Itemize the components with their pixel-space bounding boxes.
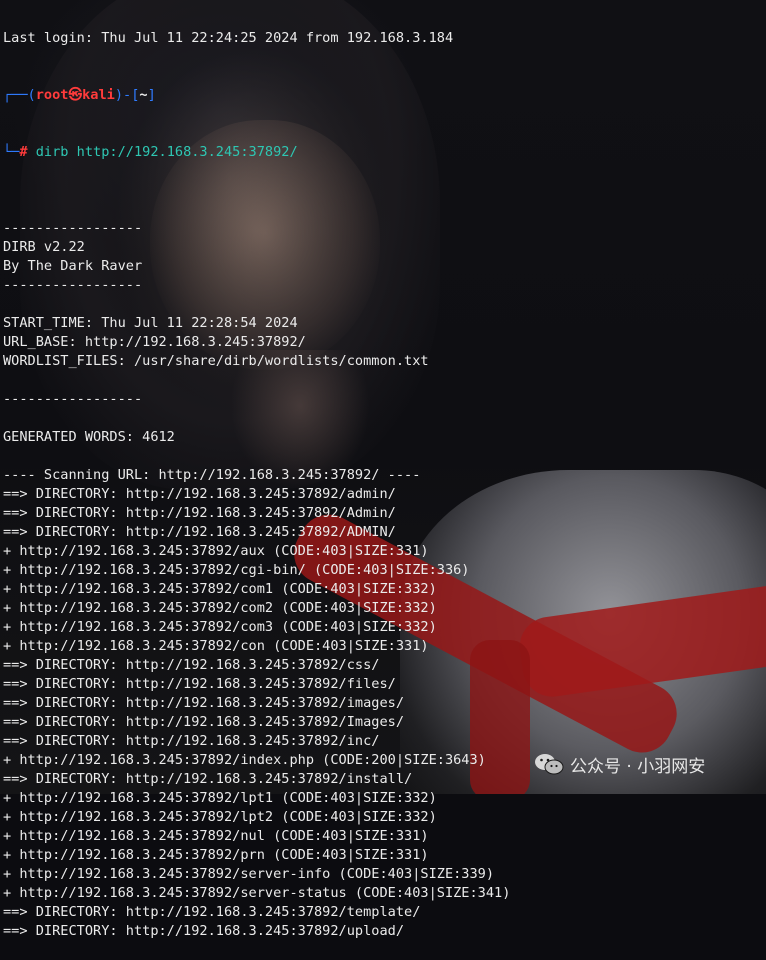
output-line: GENERATED WORDS: 4612 (3, 429, 175, 445)
output-line: URL_BASE: http://192.168.3.245:37892/ (3, 334, 306, 350)
output-line: ==> DIRECTORY: http://192.168.3.245:3789… (3, 695, 405, 711)
output-line: + http://192.168.3.245:37892/lpt1 (CODE:… (3, 790, 437, 806)
output-line: + http://192.168.3.245:37892/com1 (CODE:… (3, 581, 437, 597)
output-line: + http://192.168.3.245:37892/server-stat… (3, 885, 511, 901)
output-line: ==> DIRECTORY: http://192.168.3.245:3789… (3, 923, 405, 939)
output-line: ==> DIRECTORY: http://192.168.3.245:3789… (3, 733, 380, 749)
last-login-line: Last login: Thu Jul 11 22:24:25 2024 fro… (3, 30, 454, 46)
scan-output: ----------------- DIRB v2.22 By The Dark R… (3, 200, 766, 941)
output-line: + http://192.168.3.245:37892/com3 (CODE:… (3, 619, 437, 635)
output-line: DIRB v2.22 (3, 239, 85, 255)
output-line: ==> DIRECTORY: http://192.168.3.245:3789… (3, 676, 396, 692)
output-line: ----------------- (3, 220, 143, 236)
prompt-frame: ┌──( (3, 87, 36, 103)
output-line: ----------------- (3, 391, 143, 407)
output-line: + http://192.168.3.245:37892/lpt2 (CODE:… (3, 809, 437, 825)
prompt-hash: # (19, 144, 36, 160)
output-line: ==> DIRECTORY: http://192.168.3.245:3789… (3, 657, 380, 673)
prompt-line-1: ┌──(root㉿kali)-[~] (3, 86, 766, 105)
output-line: + http://192.168.3.245:37892/aux (CODE:4… (3, 543, 429, 559)
output-line: ==> DIRECTORY: http://192.168.3.245:3789… (3, 524, 396, 540)
prompt-cwd: ~ (139, 87, 148, 103)
prompt-user: root (35, 87, 69, 103)
output-line: ==> DIRECTORY: http://192.168.3.245:3789… (3, 486, 396, 502)
output-line: ----------------- (3, 277, 143, 293)
output-line: ---- Scanning URL: http://192.168.3.245:… (3, 467, 421, 483)
output-line: ==> DIRECTORY: http://192.168.3.245:3789… (3, 505, 396, 521)
command-text: dirb http://192.168.3.245:37892/ (35, 144, 298, 160)
output-line: + http://192.168.3.245:37892/com2 (CODE:… (3, 600, 437, 616)
prompt-host: kali (82, 87, 115, 103)
output-line: + http://192.168.3.245:37892/prn (CODE:4… (3, 847, 429, 863)
watermark-text: 公众号 · 小羽网安 (570, 756, 706, 777)
prompt-line-2: └─# dirb http://192.168.3.245:37892/ (3, 143, 766, 162)
prompt-at-symbol: ㉿ (68, 87, 83, 103)
wechat-icon (535, 754, 564, 775)
output-line: + http://192.168.3.245:37892/nul (CODE:4… (3, 828, 429, 844)
prompt-frame: )-[ (114, 87, 140, 103)
watermark: 公众号 · 小羽网安 (534, 752, 706, 777)
output-line: + http://192.168.3.245:37892/cgi-bin/ (C… (3, 562, 470, 578)
prompt-frame: └─ (3, 144, 20, 160)
output-line: ==> DIRECTORY: http://192.168.3.245:3789… (3, 714, 405, 730)
prompt-frame: ] (147, 87, 156, 103)
output-line: + http://192.168.3.245:37892/server-info… (3, 866, 495, 882)
output-line: + http://192.168.3.245:37892/con (CODE:4… (3, 638, 429, 654)
output-line: START_TIME: Thu Jul 11 22:28:54 2024 (3, 315, 298, 331)
output-line: ==> DIRECTORY: http://192.168.3.245:3789… (3, 904, 421, 920)
terminal-output[interactable]: Last login: Thu Jul 11 22:24:25 2024 fro… (3, 0, 766, 939)
output-line: By The Dark Raver (3, 258, 143, 274)
output-line: WORDLIST_FILES: /usr/share/dirb/wordlist… (3, 353, 429, 369)
